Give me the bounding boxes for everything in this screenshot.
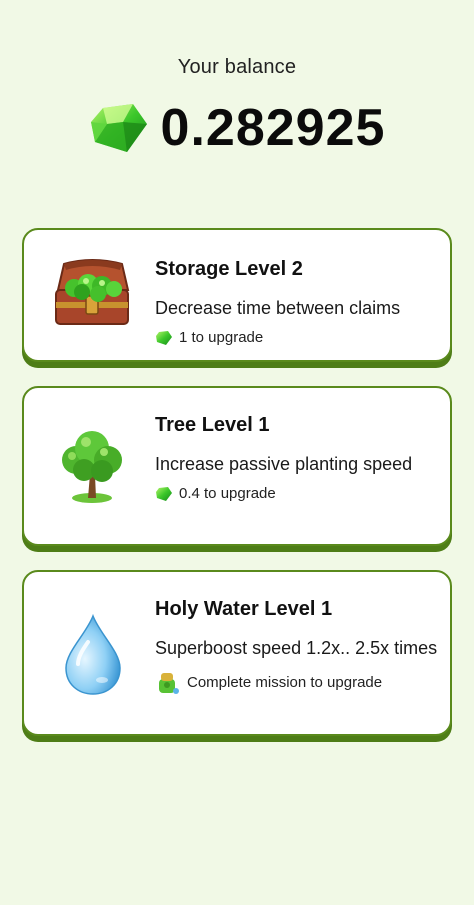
gem-icon xyxy=(90,104,147,152)
upgrade-title: Tree Level 1 xyxy=(155,414,270,436)
upgrade-description: Increase passive planting speed xyxy=(155,454,413,474)
upgrade-card-body: Tree Level 1 Increase passive planting s… xyxy=(155,414,438,502)
balance-label: Your balance xyxy=(177,56,297,78)
gem-icon xyxy=(156,330,172,345)
water-drop-icon xyxy=(65,613,121,695)
upgrade-card-body: Storage Level 2 Decrease time between cl… xyxy=(155,258,438,346)
upgrade-cost-text: 1 to upgrade xyxy=(179,329,264,346)
upgrade-card-body: Holy Water Level 1 Superboost speed 1.2x… xyxy=(155,598,438,695)
balance-row: 0.282925 xyxy=(0,96,474,160)
mission-icon xyxy=(159,673,179,694)
upgrade-title: Storage Level 2 xyxy=(155,258,303,280)
tree-icon xyxy=(62,431,122,503)
upgrade-title: Holy Water Level 1 xyxy=(155,598,333,620)
upgrade-cost: 0.4 to upgrade xyxy=(155,485,438,502)
upgrade-description: Decrease time between claims xyxy=(155,298,401,318)
upgrade-cost-text: Complete mission to upgrade xyxy=(187,673,383,691)
upgrade-cost: 1 to upgrade xyxy=(155,329,438,346)
treasure-chest-icon xyxy=(55,259,130,325)
upgrade-cost-text: 0.4 to upgrade xyxy=(179,485,276,502)
upgrade-card-holy-water[interactable]: Holy Water Level 1 Superboost speed 1.2x… xyxy=(22,570,452,736)
upgrade-description: Superboost speed 1.2x.. 2.5x times xyxy=(155,638,438,658)
upgrade-cost: Complete mission to upgrade xyxy=(155,669,438,695)
gem-icon xyxy=(156,486,172,501)
upgrade-card-storage[interactable]: Storage Level 2 Decrease time between cl… xyxy=(22,228,452,362)
balance-value: 0.282925 xyxy=(160,99,386,157)
upgrade-card-tree[interactable]: Tree Level 1 Increase passive planting s… xyxy=(22,386,452,546)
